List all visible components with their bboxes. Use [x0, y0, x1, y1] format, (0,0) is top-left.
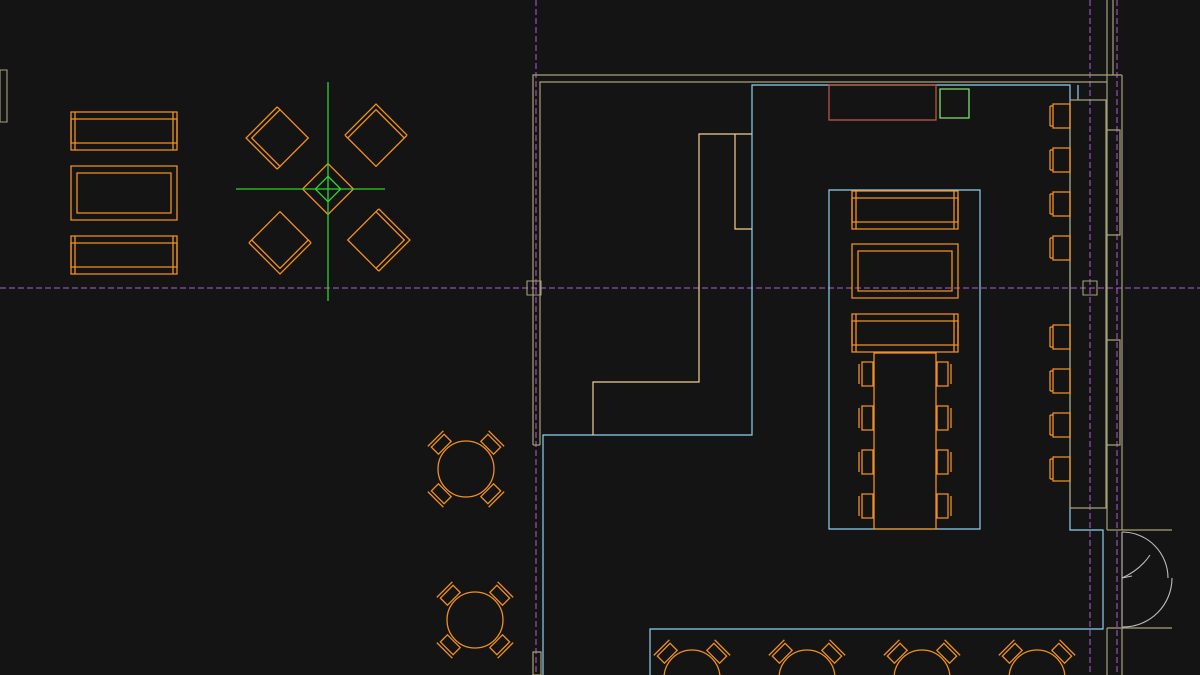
drawing-background: [0, 0, 1200, 675]
cad-drawing-canvas[interactable]: [0, 0, 1200, 675]
